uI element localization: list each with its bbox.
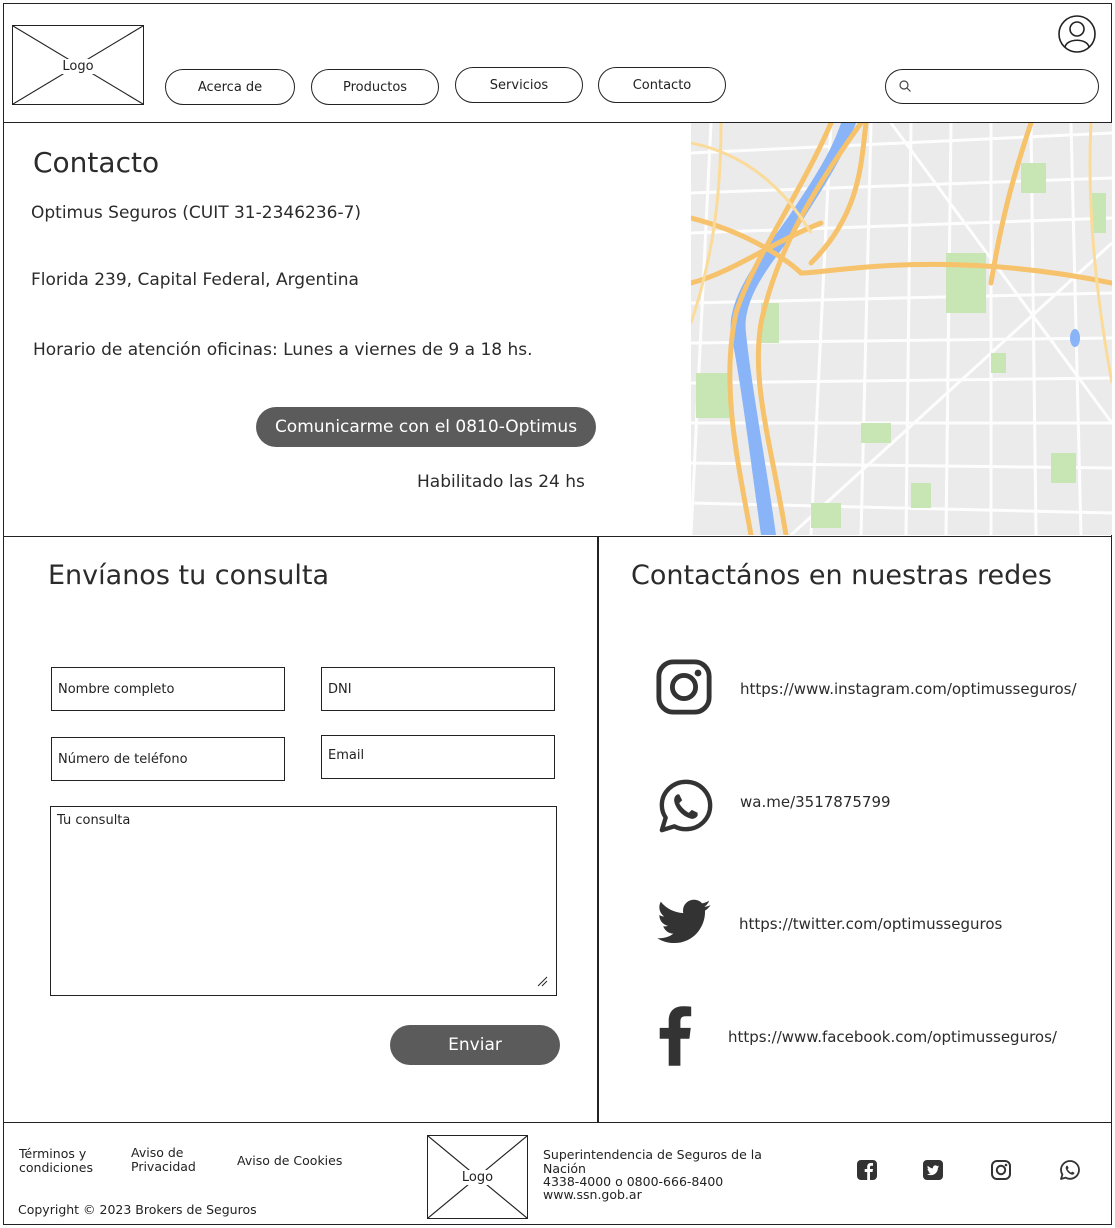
nav-productos[interactable]: Productos [311,69,439,105]
cookies-link[interactable]: Aviso de Cookies [237,1154,342,1168]
email-field[interactable] [322,736,554,778]
nav-acerca-de[interactable]: Acerca de [165,69,295,105]
section-divider [597,537,599,1123]
submit-button[interactable]: Enviar [390,1025,560,1065]
instagram-icon[interactable] [990,1159,1012,1181]
phone-field-wrapper [51,737,285,781]
resize-handle-icon[interactable] [536,975,548,987]
call-button[interactable]: Comunicarme con el 0810-Optimus [256,407,596,447]
message-field[interactable] [51,807,556,995]
contact-section: Contacto Optimus Seguros (CUIT 31-234623… [3,123,1112,537]
social-title: Contactános en nuestras redes [631,560,1052,591]
name-field-wrapper [51,667,285,711]
search-box [885,69,1099,104]
search-input[interactable] [918,76,1088,96]
search-icon [899,80,911,92]
nav-contacto[interactable]: Contacto [598,67,726,103]
terms-link[interactable]: Términos y condiciones [19,1147,93,1175]
email-field-wrapper [321,735,555,779]
phone-field[interactable] [52,738,284,780]
name-field[interactable] [52,668,284,710]
address-info: Florida 239, Capital Federal, Argentina [31,270,359,290]
site-header: Logo Acerca de Productos Servicios Conta… [3,3,1112,123]
instagram-link[interactable]: https://www.instagram.com/optimusseguros… [740,680,1077,698]
twitter-icon[interactable] [922,1159,944,1181]
twitter-link[interactable]: https://twitter.com/optimusseguros [739,915,1002,933]
whatsapp-icon[interactable] [657,777,717,837]
company-info: Optimus Seguros (CUIT 31-2346236-7) [31,203,362,223]
form-title: Envíanos tu consulta [48,560,330,591]
footer-logo-label: Logo [459,1170,496,1185]
whatsapp-link[interactable]: wa.me/3517875799 [740,793,891,811]
contact-title: Contacto [33,146,160,179]
message-field-wrapper [50,806,557,996]
site-footer: Términos y condiciones Aviso de Privacid… [3,1123,1112,1225]
dni-field[interactable] [322,668,554,710]
privacy-link[interactable]: Aviso de Privacidad [131,1146,196,1174]
location-map[interactable] [691,123,1112,535]
form-and-social-section: Envíanos tu consulta Enviar Contactános … [3,537,1112,1123]
user-account-icon[interactable] [1057,14,1097,54]
facebook-icon[interactable] [657,1004,717,1070]
call-availability-note: Habilitado las 24 hs [417,472,585,492]
ssn-name-line1: Superintendencia de Seguros de la [543,1147,762,1162]
ssn-url[interactable]: www.ssn.gob.ar [543,1188,642,1202]
facebook-icon[interactable] [856,1159,878,1181]
footer-logo[interactable]: Logo [427,1135,528,1219]
nav-servicios[interactable]: Servicios [455,67,583,103]
header-logo[interactable]: Logo [12,25,144,105]
header-logo-label: Logo [60,59,96,74]
dni-field-wrapper [321,667,555,711]
twitter-icon[interactable] [655,894,717,956]
instagram-icon[interactable] [655,658,715,718]
facebook-link[interactable]: https://www.facebook.com/optimusseguros/ [728,1028,1057,1046]
whatsapp-icon[interactable] [1059,1159,1081,1181]
copyright-text: Copyright © 2023 Brokers de Seguros [18,1202,257,1217]
office-hours: Horario de atención oficinas: Lunes a vi… [33,340,533,360]
